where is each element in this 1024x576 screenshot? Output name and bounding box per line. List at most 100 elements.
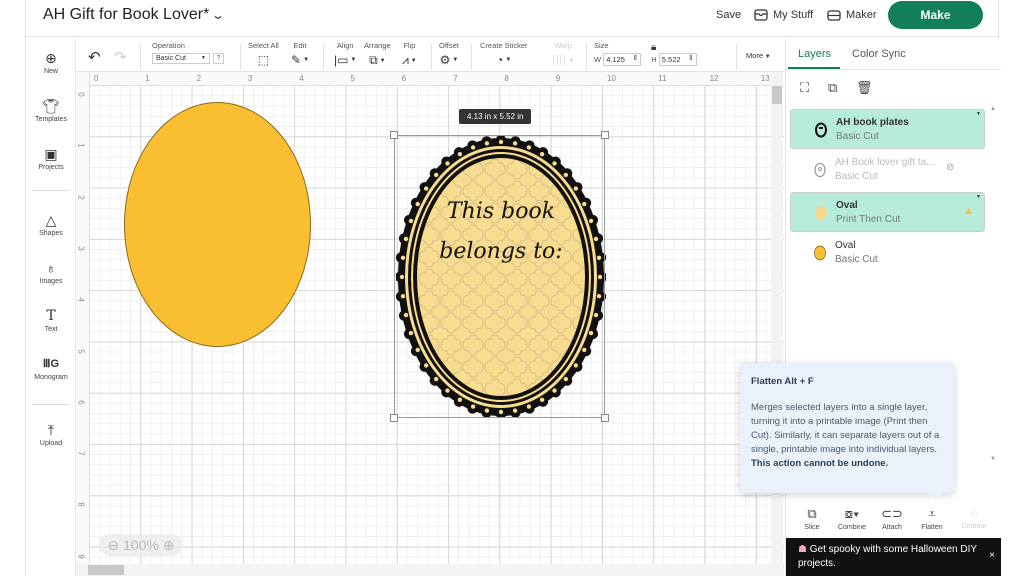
ruler-tick-label: 2 bbox=[76, 194, 86, 200]
more-button[interactable]: More ▼ bbox=[746, 51, 771, 60]
app-window: AH Gift for Book Lover* ⌄ Save My Stuff … bbox=[25, 0, 1001, 576]
resize-handle[interactable] bbox=[390, 131, 398, 139]
slice-button[interactable]: ⧉ Slice bbox=[792, 506, 832, 531]
duplicate-icon[interactable]: ⧉ bbox=[828, 80, 837, 96]
layer-name: Oval bbox=[835, 240, 856, 251]
sidebar-label: Upload bbox=[39, 440, 63, 447]
ruler-tick-label: 4 bbox=[76, 297, 86, 302]
layer-item[interactable]: AH book plates Basic Cut bbox=[790, 109, 985, 149]
attach-button[interactable]: ⊂⊃ Attach bbox=[872, 506, 912, 531]
width-input[interactable]: 4.125 bbox=[603, 53, 642, 66]
my-stuff-button[interactable]: My Stuff bbox=[754, 9, 813, 21]
flatten-icon: ⩡ bbox=[928, 506, 936, 521]
sidebar-item-text[interactable]: T Text bbox=[26, 308, 76, 333]
sidebar-item-images[interactable]: ♁ Images bbox=[26, 260, 76, 285]
resize-handle[interactable] bbox=[601, 131, 609, 139]
attach-icon: ⊂⊃ bbox=[881, 506, 903, 521]
layer-name: Oval bbox=[836, 200, 858, 211]
select-all-button[interactable]: Select All ⬚ bbox=[248, 41, 279, 67]
tool-label: Combine bbox=[837, 524, 866, 531]
zoom-control: ⊖ 100% ⊕ bbox=[99, 534, 183, 556]
height-input[interactable]: 5.522 bbox=[658, 53, 697, 66]
lock-proportions-toggle[interactable]: 🔒︎ bbox=[651, 42, 656, 53]
offset-button[interactable]: Offset ⚙ ▼ bbox=[439, 41, 459, 67]
align-button[interactable]: Align |▭ ▼ bbox=[334, 41, 356, 67]
toolbar-divider bbox=[471, 44, 472, 70]
operation-select[interactable]: Basic Cut bbox=[152, 53, 210, 64]
sidebar-divider bbox=[32, 190, 70, 191]
canvas-horizontal-scrollbar[interactable] bbox=[76, 564, 784, 576]
layer-item[interactable]: Oval Print Then Cut ▲ bbox=[790, 192, 985, 232]
layer-actions-bar: ⧉ Slice ⧇▾ Combine ⊂⊃ Attach ⩡ Flatten ◌ Cont… bbox=[786, 502, 1001, 538]
group-icon[interactable]: ⛶ bbox=[800, 80, 809, 96]
operation-label: Operation bbox=[152, 41, 185, 50]
contour-icon: ◌ bbox=[970, 506, 978, 521]
shapes-icon: △ bbox=[45, 212, 57, 228]
undo-icon: ↶ bbox=[88, 49, 101, 66]
operation-help-button[interactable]: ? bbox=[213, 53, 224, 64]
combine-icon: ⧇▾ bbox=[844, 506, 860, 521]
toolbar-divider bbox=[323, 44, 324, 70]
lightbulb-icon: ♁ bbox=[45, 260, 57, 276]
contour-button[interactable]: ◌ Contour bbox=[954, 506, 994, 530]
hidden-eye-icon[interactable]: ⊘ bbox=[946, 162, 954, 173]
inbox-icon bbox=[754, 9, 768, 21]
tab-layers[interactable]: Layers bbox=[798, 48, 831, 60]
arrange-button[interactable]: Arrange ⧉ ▼ bbox=[364, 41, 391, 68]
zoom-in-icon[interactable]: ⊕ bbox=[163, 537, 175, 554]
redo-button[interactable]: ↷ bbox=[114, 48, 127, 66]
combine-button[interactable]: ⧇▾ Combine bbox=[832, 506, 872, 531]
sidebar-item-templates[interactable]: 👕︎ Templates bbox=[26, 98, 76, 123]
sidebar-item-shapes[interactable]: △ Shapes bbox=[26, 212, 76, 237]
resize-handle[interactable] bbox=[390, 414, 398, 422]
sidebar-item-monogram[interactable]: ⅢG Monogram bbox=[26, 356, 76, 381]
close-icon[interactable]: × bbox=[989, 549, 995, 563]
undo-button[interactable]: ↶ bbox=[88, 48, 101, 66]
ruler-tick-label: 7 bbox=[76, 451, 86, 456]
scrollbar-thumb[interactable] bbox=[772, 86, 782, 104]
tool-label: Contour bbox=[961, 523, 987, 530]
offset-label: Offset bbox=[439, 41, 459, 50]
pencil-icon: ✎ ▼ bbox=[291, 53, 310, 67]
tool-label: Attach bbox=[882, 524, 902, 531]
save-button[interactable]: Save bbox=[716, 9, 741, 21]
more-label: More bbox=[746, 51, 764, 60]
sidebar-item-new[interactable]: ⊕ New bbox=[26, 50, 76, 75]
ruler-tick-label: 2 bbox=[196, 74, 202, 83]
layer-type: Basic Cut bbox=[835, 171, 878, 182]
ruler-tick-label: 9 bbox=[76, 553, 86, 559]
flatten-button[interactable]: ⩡ Flatten bbox=[912, 506, 952, 531]
edit-button[interactable]: Edit ✎ ▼ bbox=[291, 41, 309, 67]
tab-color-sync[interactable]: Color Sync bbox=[852, 48, 906, 60]
ruler-tick-label: 12 bbox=[709, 74, 719, 83]
warp-button[interactable]: Warp ⌷⌷ ▼ bbox=[552, 41, 574, 68]
resize-handle[interactable] bbox=[601, 414, 609, 422]
offset-icon: ⚙ ▼ bbox=[439, 53, 459, 67]
layer-item[interactable]: AH Book lover gift ta... Basic Cut ⊘ bbox=[790, 150, 985, 190]
oval-shape[interactable] bbox=[124, 102, 311, 347]
delete-icon[interactable]: 🗑︎ bbox=[856, 80, 873, 96]
sidebar-label: Monogram bbox=[34, 374, 68, 381]
layer-item[interactable]: Oval Basic Cut bbox=[790, 233, 985, 273]
book-plate-layer-icon bbox=[815, 122, 827, 138]
create-sticker-button[interactable]: Create Sticker ◔ ▼ bbox=[480, 41, 528, 67]
sidebar-item-upload[interactable]: ⤒ Upload bbox=[26, 422, 76, 447]
layer-type: Basic Cut bbox=[836, 131, 879, 142]
promo-toast[interactable]: ☗ Get spooky with some Halloween DIY pro… bbox=[786, 538, 1001, 576]
size-label: Size bbox=[594, 41, 609, 50]
layers-scrollbar[interactable]: ▲ ▼ bbox=[988, 106, 998, 466]
layers-panel: Layers Color Sync ⛶ ⧉ 🗑︎ AH book plates … bbox=[785, 38, 1001, 576]
sidebar-item-projects[interactable]: ▣ Projects bbox=[26, 146, 76, 171]
flip-button[interactable]: Flip ⩘ ▼ bbox=[402, 41, 417, 68]
scrollbar-thumb[interactable] bbox=[88, 565, 124, 575]
ruler-tick-label: 6 bbox=[76, 400, 86, 405]
zoom-out-icon[interactable]: ⊖ bbox=[107, 537, 119, 554]
maker-button[interactable]: Maker bbox=[827, 9, 877, 21]
scroll-up-icon[interactable]: ▲ bbox=[990, 106, 996, 112]
tooltip-warning: This action cannot be undone. bbox=[751, 458, 889, 469]
project-title-dropdown[interactable]: AH Gift for Book Lover* ⌄ bbox=[43, 6, 225, 24]
scroll-down-icon[interactable]: ▼ bbox=[990, 456, 996, 462]
make-button[interactable]: Make bbox=[888, 1, 983, 29]
ruler-tick-label: 1 bbox=[145, 74, 150, 83]
zoom-level: 100% bbox=[123, 537, 159, 553]
